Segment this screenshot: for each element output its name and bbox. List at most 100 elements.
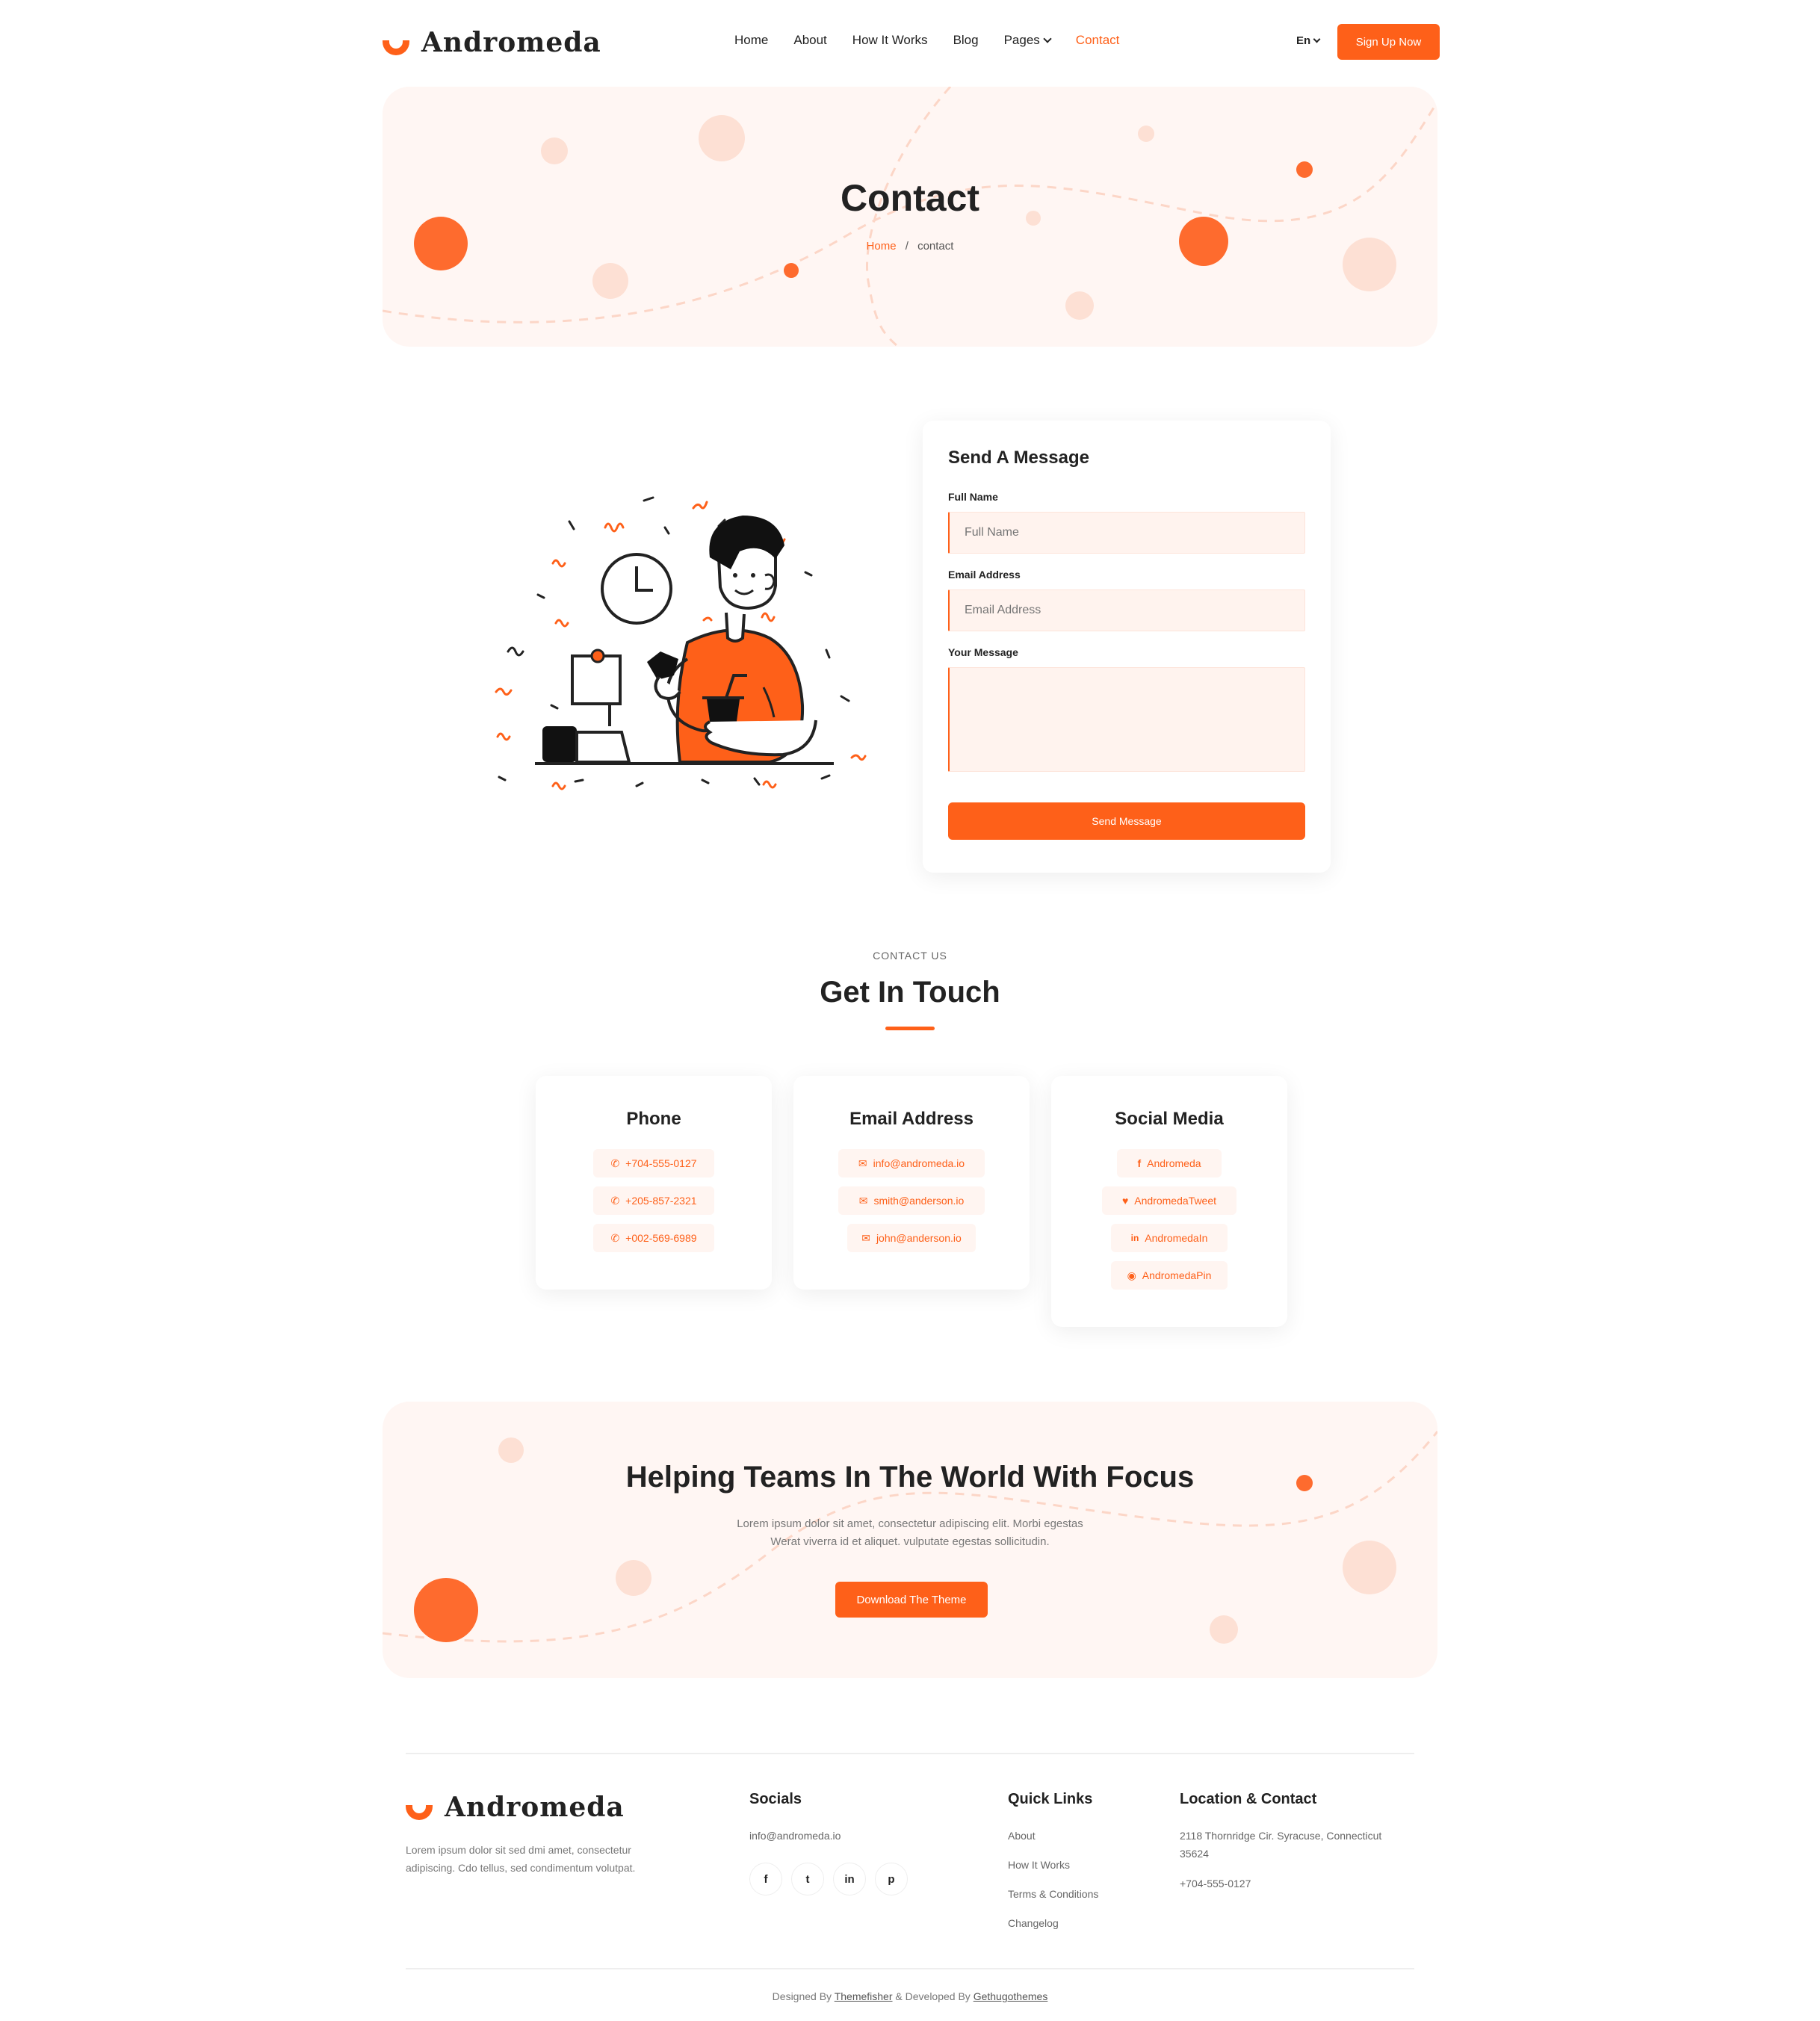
footer-divider [406,1753,1414,1754]
pinterest-icon[interactable]: p [875,1863,908,1895]
credit-middle: & Developed By [895,1990,971,2002]
credit-themefisher-link[interactable]: Themefisher [835,1990,893,2002]
phone-link[interactable]: ✆ +704-555-0127 [593,1149,714,1177]
logo-text: Andromeda [445,1792,625,1823]
email-link[interactable]: ✉ john@anderson.io [847,1224,976,1252]
decor-dot [498,1437,524,1463]
footer-link-terms[interactable]: Terms & Conditions [1008,1888,1098,1900]
facebook-icon: f [1137,1157,1142,1169]
language-label: En [1296,34,1311,47]
person-with-coffee-illustration [495,496,867,790]
social-handle: AndromedaIn [1145,1232,1208,1244]
nav-blog[interactable]: Blog [953,33,979,48]
decor-dot [1210,1615,1238,1644]
title-underline [885,1027,935,1030]
footer-logo[interactable]: Andromeda [406,1792,625,1823]
twitter-icon[interactable]: t [791,1863,824,1895]
decor-dot [616,1560,651,1596]
decor-dot [699,115,745,161]
nav-pages-label: Pages [1003,33,1040,47]
mail-icon: ✉ [858,1157,867,1169]
footer-about-line-1: Lorem ipsum dolor sit sed dmi amet, cons… [406,1844,631,1856]
credit-gethugothemes-link[interactable]: Gethugothemes [974,1990,1048,2002]
credit-prefix: Designed By [772,1990,832,2002]
footer-credits: Designed By Themefisher & Developed By G… [0,1990,1820,2002]
phone-icon: ✆ [610,1231,620,1244]
mail-icon: ✉ [861,1231,870,1244]
email-address-input[interactable] [948,589,1305,631]
page-title: Contact [840,177,980,219]
nav-contact[interactable]: Contact [1076,33,1120,48]
footer-social-icons: f t in p [749,1863,908,1895]
phone-icon: ✆ [610,1194,620,1207]
message-textarea[interactable] [948,667,1305,772]
email-link[interactable]: ✉ smith@anderson.io [838,1186,985,1215]
social-link-pinterest[interactable]: ◉ AndromedaPin [1111,1261,1228,1290]
email-link[interactable]: ✉ info@andromeda.io [838,1149,985,1177]
full-name-label: Full Name [948,491,998,503]
decor-dot [541,137,568,164]
footer-link-how-it-works[interactable]: How It Works [1008,1859,1070,1871]
footer-socials-title: Socials [749,1791,802,1807]
nav-home[interactable]: Home [734,33,768,48]
language-select[interactable]: En [1296,34,1321,47]
logo-icon [383,40,409,55]
site-logo[interactable]: Andromeda [383,27,601,58]
phone-link[interactable]: ✆ +002-569-6989 [593,1224,714,1252]
email-address: info@andromeda.io [873,1157,965,1169]
breadcrumb-separator: / [905,240,909,253]
nav-about[interactable]: About [793,33,826,48]
linkedin-icon[interactable]: in [833,1863,866,1895]
send-message-button[interactable]: Send Message [948,802,1305,840]
logo-text: Andromeda [421,27,601,58]
decor-dot [784,263,799,278]
nav-pages[interactable]: Pages [1003,33,1052,48]
social-link-linkedin[interactable]: in AndromedaIn [1111,1224,1228,1252]
full-name-input[interactable] [948,512,1305,554]
mail-icon: ✉ [858,1194,868,1207]
cta-text-line-1: Lorem ipsum dolor sit amet, consectetur … [737,1517,1083,1530]
footer-about-line-2: adipiscing. Cdo tellus, sed condimentum … [406,1862,636,1874]
contact-form-card: Send A Message Full Name Email Address Y… [923,421,1331,873]
social-handle: Andromeda [1147,1157,1201,1169]
social-card-title: Social Media [1115,1109,1224,1129]
footer-bottom-divider [406,1968,1414,1969]
footer-quick-links-title: Quick Links [1008,1791,1093,1807]
email-address: smith@anderson.io [873,1195,965,1207]
phone-number: +704-555-0127 [625,1157,697,1169]
footer-link-about[interactable]: About [1008,1830,1036,1842]
social-link-facebook[interactable]: f Andromeda [1117,1149,1222,1177]
email-address: john@anderson.io [876,1232,962,1244]
pinterest-icon: ◉ [1127,1269,1136,1281]
decor-dot [1138,126,1154,142]
footer-location-title: Location & Contact [1180,1791,1317,1807]
email-address-label: Email Address [948,569,1021,581]
footer-phone[interactable]: +704-555-0127 [1180,1878,1251,1890]
decor-dot [1343,1541,1396,1594]
logo-icon [406,1805,433,1820]
phone-link[interactable]: ✆ +205-857-2321 [593,1186,714,1215]
social-handle: AndromedaPin [1142,1269,1212,1281]
breadcrumb: Home / contact [0,240,1820,253]
download-theme-button[interactable]: Download The Theme [835,1582,988,1618]
cta-text-line-2: Werat viverra id et aliquet. vulputate e… [770,1535,1050,1548]
nav-how-it-works[interactable]: How It Works [852,33,928,48]
facebook-icon[interactable]: f [749,1863,782,1895]
chevron-down-icon [1043,34,1052,43]
phone-number: +205-857-2321 [625,1195,697,1207]
social-link-twitter[interactable]: ♥ AndromedaTweet [1102,1186,1236,1215]
footer-email-link[interactable]: info@andromeda.io [749,1830,841,1842]
footer-address-line-1: 2118 Thornridge Cir. Syracuse, Connectic… [1180,1830,1382,1842]
breadcrumb-home[interactable]: Home [867,240,897,253]
phone-card-title: Phone [626,1109,681,1129]
decor-dot [592,263,628,299]
form-title: Send A Message [948,448,1089,468]
phone-number: +002-569-6989 [625,1232,697,1244]
breadcrumb-current: contact [917,240,954,253]
sign-up-button[interactable]: Sign Up Now [1337,24,1440,60]
section-eyebrow: CONTACT US [873,950,947,962]
decor-dot [1065,291,1094,320]
decor-dot [1296,161,1313,178]
linkedin-icon: in [1130,1233,1139,1243]
footer-link-changelog[interactable]: Changelog [1008,1917,1059,1929]
